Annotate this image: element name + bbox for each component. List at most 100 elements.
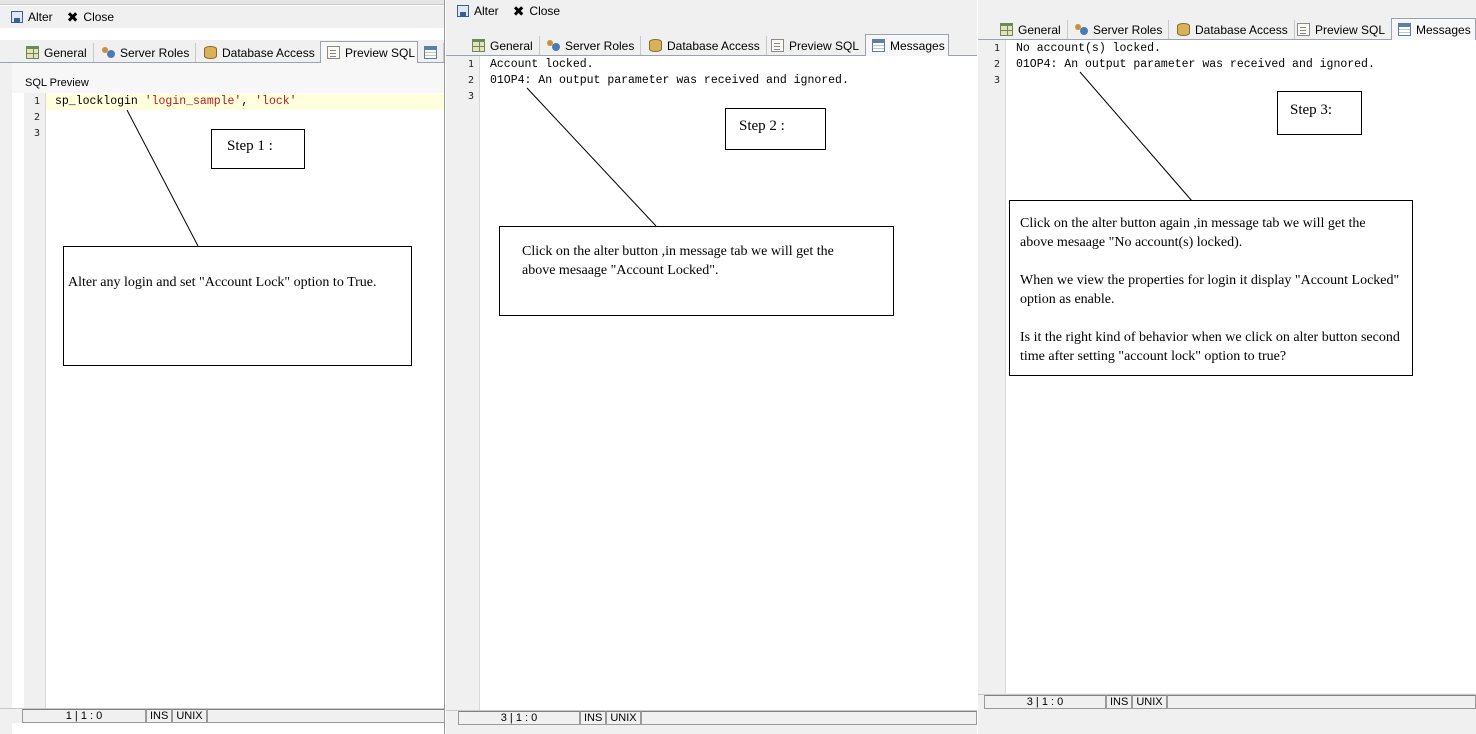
line-number: 1 [467, 59, 474, 70]
alter-button[interactable]: Alter [6, 9, 58, 25]
tab-messages[interactable]: Messages [865, 34, 949, 56]
status-filler [640, 711, 977, 725]
tab-label: Preview SQL [1315, 22, 1386, 37]
tab-preview-sql[interactable]: Preview SQL [1291, 20, 1393, 39]
status-filler [206, 709, 445, 723]
insert-mode: INS [580, 711, 607, 725]
status-filler [1166, 695, 1476, 709]
close-button[interactable]: ✖ Close [508, 3, 565, 19]
top-strip [0, 0, 445, 5]
status-bar: 3 | 1 : 0 INS UNIX [978, 694, 1476, 709]
tab-label: Server Roles [565, 38, 635, 53]
step-2-note: Click on the alter button ,in message ta… [499, 226, 894, 316]
tab-preview-sql[interactable]: Preview SQL [765, 36, 867, 55]
tab-messages[interactable] [418, 43, 444, 62]
tab-bar: General Server Roles Database Access Pre… [0, 40, 445, 63]
note-paragraph: When we view the properties for login it… [1020, 273, 1400, 307]
note-paragraph: Click on the alter button again ,in mess… [1020, 216, 1366, 250]
tab-label: General [1018, 22, 1061, 37]
tab-database-access[interactable]: Database Access [1171, 20, 1295, 39]
messages-icon [1398, 23, 1411, 36]
line-ending: UNIX [172, 709, 207, 723]
sql-string: 'login_sample' [144, 95, 242, 108]
tab-label: Messages [1416, 22, 1471, 37]
messages-icon [424, 46, 437, 59]
users-icon [102, 46, 115, 59]
sql-code-line: sp_locklogin 'login_sample', 'lock' [55, 95, 297, 108]
tab-database-access[interactable]: Database Access [643, 36, 767, 55]
line-number: 2 [467, 75, 474, 86]
database-icon [649, 39, 662, 52]
document-icon [1297, 23, 1310, 36]
line-number: 1 [33, 96, 40, 107]
line-number-gutter: 1 2 3 [24, 93, 46, 708]
note-text: Click on the alter button ,in message ta… [522, 244, 834, 278]
insert-mode: INS [1106, 695, 1133, 709]
sql-editor[interactable]: 1 2 3 sp_locklogin 'login_sample', 'lock… [24, 93, 445, 708]
tab-server-roles[interactable]: Server Roles [1069, 20, 1170, 39]
line-number: 3 [993, 75, 1000, 86]
line-ending: UNIX [1132, 695, 1167, 709]
tab-database-access[interactable]: Database Access [198, 43, 322, 62]
tab-bar: General Server Roles Database Access Pre… [446, 33, 977, 56]
login-editor-panel-1: Alter ✖ Close General Server Roles Datab… [0, 0, 445, 734]
tab-label: Preview SQL [789, 38, 860, 53]
step-1-label: Step 1 : [211, 129, 305, 169]
database-icon [204, 46, 217, 59]
line-ending: UNIX [606, 711, 641, 725]
tab-label: General [44, 45, 87, 60]
step-3-note: Click on the alter button again ,in mess… [1009, 200, 1413, 376]
close-label: Close [83, 10, 115, 24]
tab-server-roles[interactable]: Server Roles [541, 36, 642, 55]
tab-label: Server Roles [1093, 22, 1163, 37]
section-header: SQL Preview [12, 63, 445, 93]
status-bar: 1 | 1 : 0 INS UNIX [0, 708, 445, 723]
line-number: 2 [33, 112, 40, 123]
note-paragraph: Is it the right kind of behavior when we… [1020, 330, 1400, 364]
step-2-label: Step 2 : [725, 108, 826, 150]
save-icon [11, 11, 23, 23]
line-number: 1 [993, 43, 1000, 54]
line-number: 3 [467, 91, 474, 102]
line-number: 2 [993, 59, 1000, 70]
message-line: 01OP4: An output parameter was received … [490, 74, 849, 87]
tab-label: Database Access [1195, 22, 1288, 37]
alter-label: Alter [28, 10, 53, 24]
tab-general[interactable]: General [994, 20, 1068, 39]
close-label: Close [529, 4, 561, 18]
tab-label: Server Roles [120, 45, 190, 60]
status-bar: 3 | 1 : 0 INS UNIX [446, 710, 977, 725]
users-icon [547, 39, 560, 52]
message-line: 01OP4: An output parameter was received … [1016, 58, 1375, 71]
messages-output[interactable]: 1 2 3 Account locked. 01OP4: An output p… [458, 56, 977, 710]
line-number-gutter: 1 2 3 [984, 40, 1006, 693]
tab-general[interactable]: General [20, 43, 94, 62]
tab-general[interactable]: General [466, 36, 540, 55]
cursor-position: 3 | 1 : 0 [458, 711, 580, 725]
tab-server-roles[interactable]: Server Roles [96, 43, 197, 62]
alter-button[interactable]: Alter [452, 3, 504, 19]
note-text: Alter any login and set "Account Lock" o… [68, 275, 377, 290]
cursor-position: 1 | 1 : 0 [22, 709, 146, 723]
insert-mode: INS [146, 709, 173, 723]
users-icon [1075, 23, 1088, 36]
general-icon [472, 39, 485, 52]
tab-preview-sql[interactable]: Preview SQL [320, 41, 418, 63]
general-icon [26, 46, 39, 59]
document-icon [327, 46, 340, 59]
login-editor-panel-2: Alter ✖ Close General Server Roles Datab… [446, 0, 977, 734]
tab-bar: General Server Roles Database Access Pre… [978, 17, 1476, 40]
tab-messages[interactable]: Messages [1391, 18, 1476, 40]
left-margin [0, 63, 12, 734]
panel-divider [444, 0, 445, 734]
close-button[interactable]: ✖ Close [62, 9, 119, 25]
general-icon [1000, 23, 1013, 36]
step-1-note: Alter any login and set "Account Lock" o… [63, 246, 412, 366]
cursor-position: 3 | 1 : 0 [984, 695, 1106, 709]
line-number-gutter: 1 2 3 [458, 56, 480, 710]
toolbar: Alter ✖ Close [446, 0, 977, 22]
tab-label: Database Access [222, 45, 315, 60]
step-3-label: Step 3: [1277, 91, 1362, 135]
alter-label: Alter [474, 4, 499, 18]
toolbar: Alter ✖ Close [0, 6, 445, 28]
